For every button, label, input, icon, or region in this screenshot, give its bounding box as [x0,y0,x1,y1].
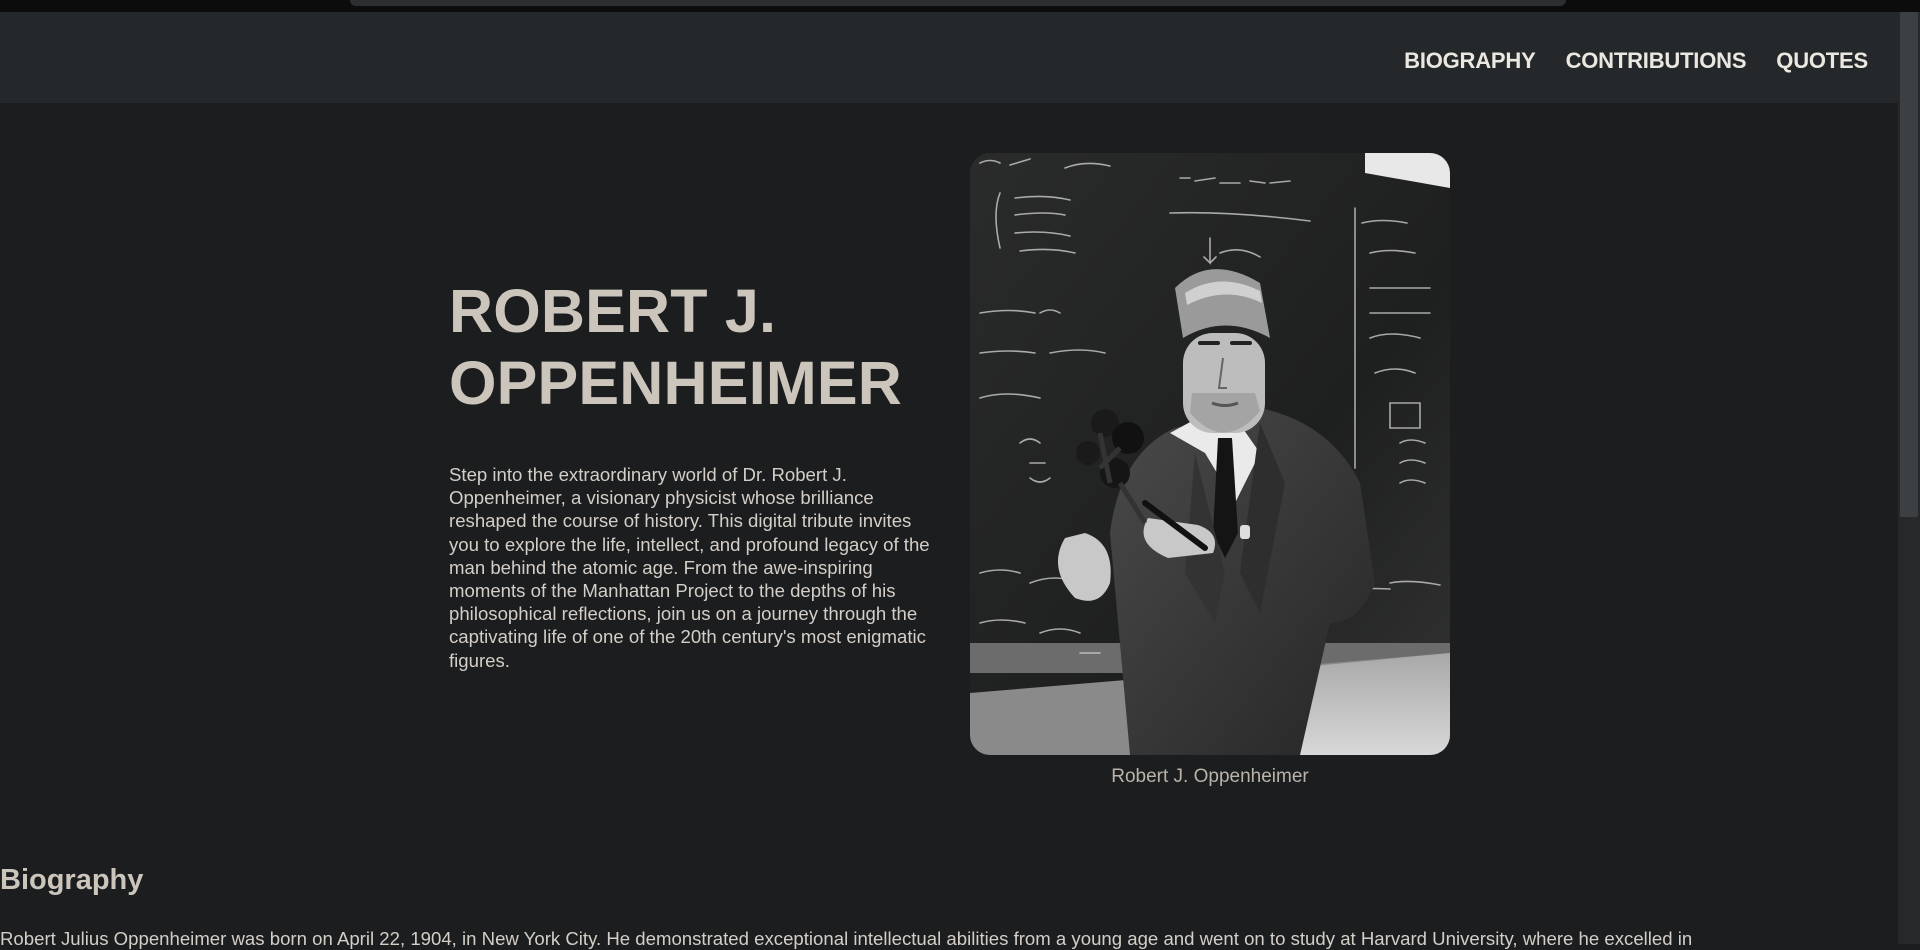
hero-title-line2: OPPENHEIMER [449,349,902,417]
nav-link-contributions[interactable]: CONTRIBUTIONS [1566,48,1747,74]
browser-tab-bar [350,0,1566,6]
oppenheimer-portrait-image [970,153,1450,755]
nav-links: BIOGRAPHY CONTRIBUTIONS QUOTES [1404,48,1868,74]
browser-top-strip [0,0,1920,12]
portrait-caption: Robert J. Oppenheimer [1111,766,1309,787]
hero-intro: ROBERT J. OPPENHEIMER Step into the extr… [449,275,931,672]
scrollbar-thumb[interactable] [1900,12,1918,517]
nav-link-quotes[interactable]: QUOTES [1776,48,1868,74]
hero-title: ROBERT J. OPPENHEIMER [449,275,931,419]
hero-title-line1: ROBERT J. [449,277,777,345]
site-navbar: BIOGRAPHY CONTRIBUTIONS QUOTES [0,12,1898,103]
hero-description: Step into the extraordinary world of Dr.… [449,464,930,671]
page-scrollbar[interactable] [1898,12,1920,944]
nav-link-biography[interactable]: BIOGRAPHY [1404,48,1536,74]
biography-paragraph: Robert Julius Oppenheimer was born on Ap… [0,928,1693,949]
biography-heading: Biography [0,864,144,896]
